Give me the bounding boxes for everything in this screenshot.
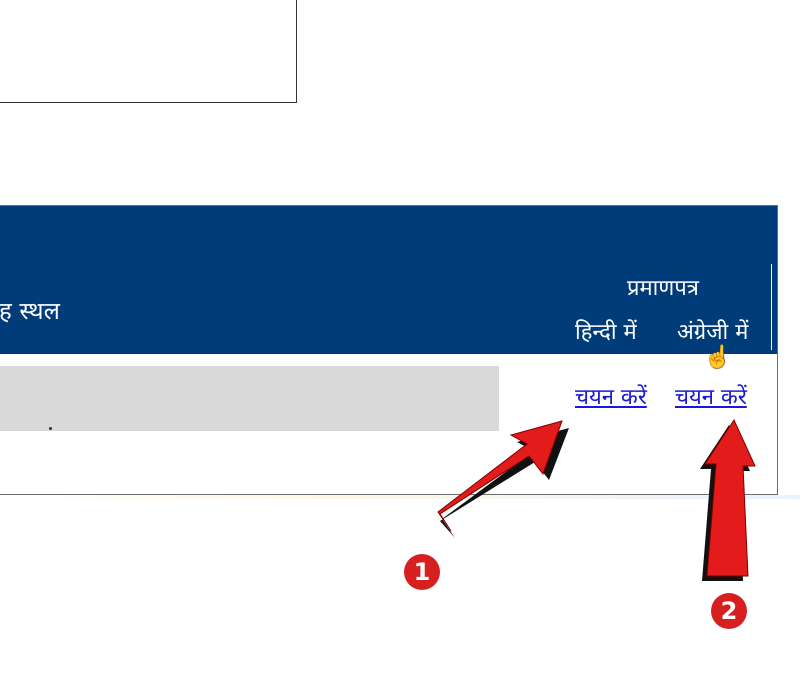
annotation-arrows — [437, 418, 756, 581]
step-badge-2: 2 — [711, 593, 747, 629]
arrow-2-icon — [700, 418, 756, 581]
step-badge-1: 1 — [404, 554, 440, 590]
arrow-1-icon — [437, 420, 569, 538]
